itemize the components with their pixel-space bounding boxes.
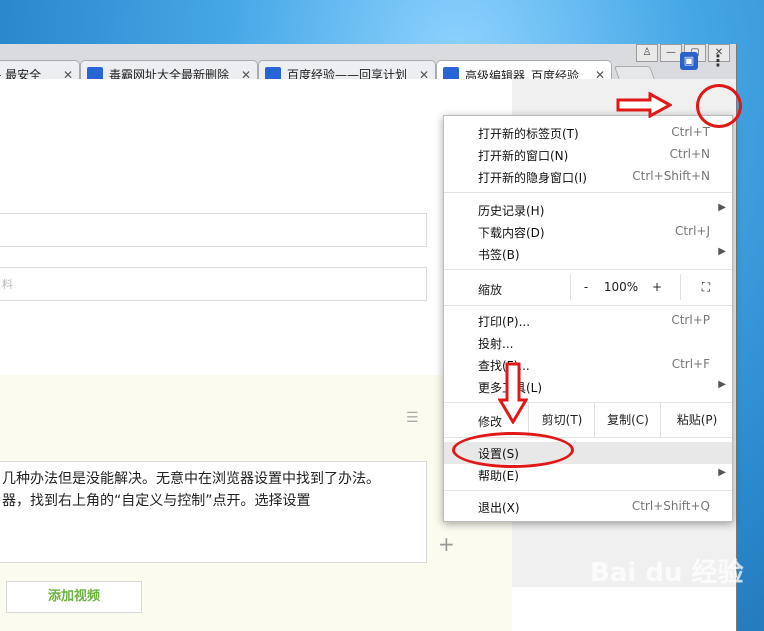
editor-text-line-2: 器，找到右上角的“自定义与控制”点开。选择设置	[2, 493, 311, 509]
menu-shortcut: Ctrl+F	[671, 357, 710, 371]
menu-label: 打开新的窗口(N)	[478, 149, 569, 163]
editor-textbox[interactable]: 几种办法但是没能解决。无意中在浏览器设置中找到了办法。 器，找到右上角的“自定义…	[0, 461, 427, 563]
user-icon[interactable]: ♙	[636, 44, 658, 62]
cut-button[interactable]: 剪切(T)	[528, 403, 595, 437]
zoom-in-button[interactable]: +	[642, 274, 672, 300]
customize-menu-icon[interactable]: ⋮	[708, 48, 728, 74]
watermark-url: jingyan.baidu.com	[590, 592, 710, 607]
menu-separator	[444, 269, 732, 270]
menu-item-exit[interactable]: 退出(X) Ctrl+Shift+Q	[444, 496, 732, 518]
menu-label: 打开新的标签页(T)	[478, 127, 579, 141]
list-icon[interactable]: ☰	[406, 410, 419, 426]
menu-item-new-window[interactable]: 打开新的窗口(N) Ctrl+N	[444, 144, 732, 166]
menu-edit-row: 修改 剪切(T) 复制(C) 粘贴(P)	[444, 403, 732, 437]
menu-item-history[interactable]: 历史记录(H) ▶	[444, 199, 732, 221]
menu-item-incognito[interactable]: 打开新的隐身窗口(I) Ctrl+Shift+N	[444, 166, 732, 188]
menu-item-bookmarks[interactable]: 书签(B) ▶	[444, 243, 732, 265]
menu-shortcut: Ctrl+J	[675, 224, 710, 238]
menu-separator	[444, 192, 732, 193]
menu-item-help[interactable]: 帮助(E) ▶	[444, 464, 732, 486]
menu-item-print[interactable]: 打印(P)... Ctrl+P	[444, 310, 732, 332]
plus-icon[interactable]: +	[438, 532, 455, 556]
editor-text-line-1: 几种办法但是没能解决。无意中在浏览器设置中找到了办法。	[2, 471, 380, 487]
submenu-arrow-icon: ▶	[718, 202, 726, 213]
baidu-logo-watermark: Bai du 经验	[590, 558, 744, 588]
menu-separator	[444, 490, 732, 491]
paste-button[interactable]: 粘贴(P)	[660, 403, 733, 437]
menu-shortcut: Ctrl+P	[671, 313, 710, 327]
menu-label: 打印(P)...	[478, 315, 531, 329]
submenu-arrow-icon: ▶	[718, 246, 726, 257]
menu-zoom-row: 缩放 - 100% + ⛶	[444, 274, 732, 300]
add-video-button[interactable]: 添加视频	[6, 581, 142, 613]
menu-item-new-tab[interactable]: 打开新的标签页(T) Ctrl+T	[444, 122, 732, 144]
menu-label: 历史记录(H)	[478, 204, 545, 218]
menu-shortcut: Ctrl+Shift+Q	[631, 499, 710, 513]
submenu-arrow-icon: ▶	[718, 467, 726, 478]
extension-icon[interactable]: ▣	[680, 52, 698, 70]
menu-item-find[interactable]: 查找(F)... Ctrl+F	[444, 354, 732, 376]
material-input[interactable]: 料	[0, 267, 427, 301]
menu-shortcut: Ctrl+Shift+N	[632, 169, 710, 183]
annotation-arrow-down	[498, 362, 528, 424]
menu-label: 帮助(E)	[478, 469, 519, 483]
annotation-circle-settings	[452, 432, 574, 468]
zoom-label: 缩放	[478, 283, 503, 297]
title-input[interactable]	[0, 213, 427, 247]
menu-item-downloads[interactable]: 下载内容(D) Ctrl+J	[444, 221, 732, 243]
fullscreen-icon[interactable]: ⛶	[680, 274, 731, 300]
menu-item-cast[interactable]: 投射...	[444, 332, 732, 354]
menu-item-more-tools[interactable]: 更多工具(L) ▶	[444, 376, 732, 398]
menu-label: 书签(B)	[478, 248, 520, 262]
submenu-arrow-icon: ▶	[718, 379, 726, 390]
zoom-value: 100%	[603, 280, 639, 294]
annotation-arrow-right	[616, 92, 672, 118]
menu-label: 退出(X)	[478, 501, 520, 515]
annotation-circle-menu	[696, 84, 742, 128]
minimize-button[interactable]: —	[660, 44, 682, 62]
menu-label: 下载内容(D)	[478, 226, 545, 240]
zoom-out-button[interactable]: -	[570, 274, 601, 300]
menu-shortcut: Ctrl+T	[671, 125, 710, 139]
menu-label: 打开新的隐身窗口(I)	[478, 171, 587, 185]
copy-button[interactable]: 复制(C)	[594, 403, 661, 437]
field-hint: 料	[2, 278, 13, 291]
menu-label: 投射...	[478, 337, 514, 351]
menu-shortcut: Ctrl+N	[669, 147, 710, 161]
menu-separator	[444, 305, 732, 306]
